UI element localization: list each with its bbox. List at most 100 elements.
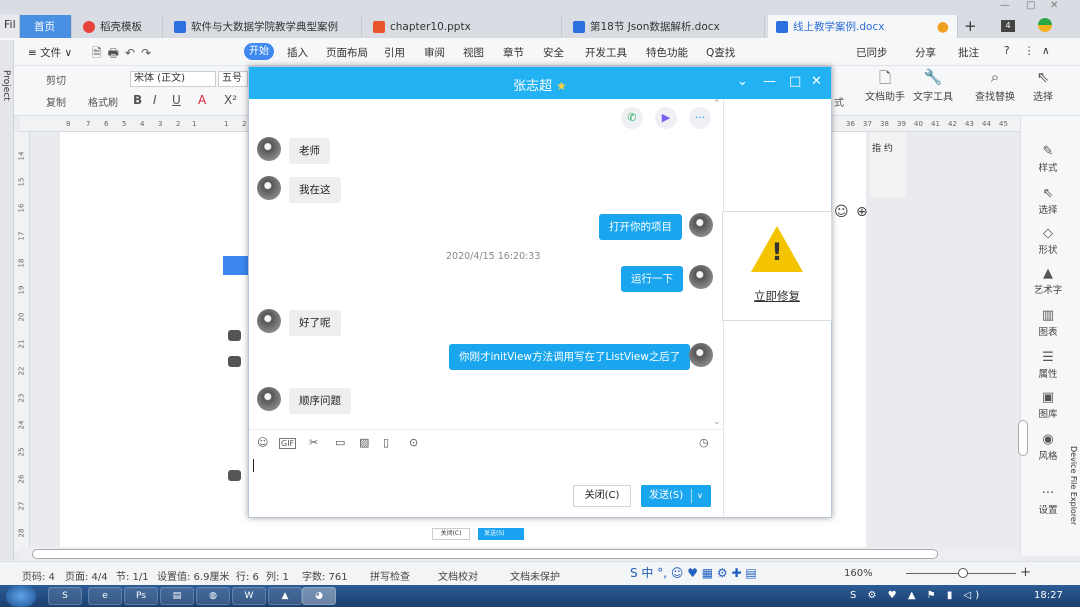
doc-protect[interactable]: 文档未保护 — [510, 568, 560, 583]
select-button[interactable]: ⇖ 选择 — [1018, 68, 1068, 103]
zoom-level[interactable]: 160% — [844, 568, 873, 579]
minimize-icon[interactable]: — — [1000, 0, 1010, 14]
smile-icon[interactable]: ☺ — [834, 204, 849, 220]
taskbar-ie[interactable]: e — [88, 587, 122, 605]
maximize-icon[interactable]: □ — [1026, 0, 1035, 14]
chevron-down-icon[interactable]: ⌄ — [737, 74, 748, 89]
tab-home[interactable]: 首页 — [20, 15, 72, 38]
side-settings[interactable]: ··· 设置 — [1021, 486, 1075, 516]
message-bubble[interactable]: 你刚才initView方法调用写在了ListView之后了 — [449, 344, 691, 370]
minimize-icon[interactable]: — — [763, 74, 776, 89]
scroll-thumb[interactable] — [32, 549, 938, 559]
menu-reference[interactable]: 引用 — [384, 45, 405, 60]
menu-start[interactable]: 开始 — [244, 43, 274, 60]
more-icon[interactable]: ··· — [689, 107, 711, 129]
message-bubble[interactable]: 顺序问题 — [289, 388, 351, 414]
doc-helper-button[interactable]: 🗋 文档助手 — [860, 68, 910, 103]
horizontal-scrollbar[interactable] — [20, 547, 1020, 561]
history-clock-icon[interactable]: ◷ — [699, 436, 709, 449]
taskbar-android-studio[interactable]: ▲ — [268, 587, 302, 605]
side-wordart[interactable]: ▲ 艺术字 — [1021, 266, 1075, 296]
zoom-in-icon[interactable]: + — [1020, 565, 1031, 580]
add-circle-icon[interactable]: ⊕ — [856, 204, 868, 220]
message-area[interactable]: ✆ ▶ ··· ⌃ 老师 我在这 打开你的项目 2020/4/15 16:20:… — [249, 99, 723, 429]
message-bubble[interactable]: 运行一下 — [621, 266, 683, 292]
taskbar-explorer[interactable]: ▤ — [160, 587, 194, 605]
project-tab[interactable]: Project — [1, 70, 11, 101]
message-bubble[interactable]: 老师 — [289, 138, 330, 164]
superscript-icon[interactable]: X² — [224, 93, 237, 107]
doc-proof[interactable]: 文档校对 — [438, 568, 478, 583]
sync-status[interactable]: 已同步 — [856, 45, 888, 60]
menu-features[interactable]: 特色功能 — [646, 45, 688, 60]
copy-button[interactable]: 复制 — [46, 94, 66, 109]
underline-icon[interactable]: U — [172, 93, 181, 107]
fix-now-link[interactable]: 立即修复 — [723, 288, 831, 304]
close-icon[interactable]: ✕ — [811, 74, 822, 89]
message-bubble[interactable]: 好了呢 — [289, 310, 341, 336]
taskbar-app-s[interactable]: S — [48, 587, 82, 605]
send-button[interactable]: 发送(S) ∨ — [641, 485, 711, 507]
side-style[interactable]: ✎ 样式 — [1021, 144, 1075, 174]
italic-icon[interactable]: I — [153, 93, 157, 107]
emoji-icon[interactable]: ☺ — [257, 436, 268, 449]
status-page[interactable]: 页面: 4/4 — [65, 568, 108, 583]
cut-button[interactable]: 剪切 — [46, 72, 66, 87]
scissors-icon[interactable]: ✂ — [309, 436, 318, 449]
chevron-down-icon[interactable]: ∨ — [697, 485, 703, 507]
mini-send-button[interactable]: 发送(S) — [478, 528, 524, 540]
scroll-up-icon[interactable]: ⌃ — [713, 99, 721, 109]
image-icon[interactable]: ▨ — [359, 436, 369, 449]
close-button[interactable]: 关闭(C) — [573, 485, 631, 507]
message-input[interactable]: 关闭(C) 发送(S) ∨ — [249, 455, 723, 517]
menu-insert[interactable]: 插入 — [287, 45, 308, 60]
text-tools-button[interactable]: 🔧 文字工具 — [908, 68, 958, 103]
side-gallery[interactable]: ▣ 图库 — [1021, 390, 1075, 420]
find-replace-button[interactable]: ⌕ 查找替换 — [970, 68, 1020, 103]
window-count-badge[interactable]: 4 — [1001, 20, 1015, 32]
message-bubble[interactable]: 我在这 — [289, 177, 341, 203]
mini-close-button[interactable]: 关闭(C) — [432, 528, 470, 540]
bold-icon[interactable]: B — [133, 93, 142, 107]
zoom-slider-knob[interactable] — [958, 568, 968, 578]
phone-icon[interactable]: ✆ — [621, 107, 643, 129]
menu-devtools[interactable]: 开发工具 — [585, 45, 627, 60]
quick-access-icons[interactable]: 🗎🖶↶↷ — [92, 44, 157, 65]
scroll-down-icon[interactable]: ⌄ — [713, 417, 721, 427]
tab-docer[interactable]: 稻壳模板 — [75, 15, 163, 38]
tab-online-cases[interactable]: 线上教学案例.docx ● — [768, 15, 958, 38]
side-theme[interactable]: ◉ 风格 — [1021, 432, 1075, 462]
font-size-select[interactable]: 五号 — [218, 71, 248, 87]
tab-teaching-cases[interactable]: 软件与大数据学院教学典型案例 — [166, 15, 362, 38]
new-tab-button[interactable]: + — [964, 17, 977, 35]
help-icon[interactable]: ? — [1004, 45, 1010, 57]
shake-icon[interactable]: ▯ — [383, 436, 389, 449]
system-tray[interactable]: S ⚙ ♥ ▲ ⚑ ▮ ◁) — [850, 590, 983, 601]
status-words[interactable]: 字数: 761 — [302, 568, 348, 583]
menu-chapter[interactable]: 章节 — [503, 45, 524, 60]
close-icon[interactable]: ✕ — [1050, 0, 1058, 14]
comment-button[interactable]: 批注 — [958, 45, 979, 60]
taskbar-ps[interactable]: Ps — [124, 587, 158, 605]
taskbar-chrome[interactable]: ◍ — [196, 587, 230, 605]
video-icon[interactable]: ▶ — [655, 107, 677, 129]
maximize-icon[interactable]: □ — [789, 74, 801, 89]
side-shape[interactable]: ◇ 形状 — [1021, 226, 1075, 256]
side-chart[interactable]: ▥ 图表 — [1021, 308, 1075, 338]
ime-toolbar[interactable]: S 中 °, ☺ ♥ ▦ ⚙ ✚ ▤ — [630, 564, 757, 584]
side-properties[interactable]: ☰ 属性 — [1021, 350, 1075, 380]
folder-icon[interactable]: ▭ — [335, 436, 345, 449]
message-bubble[interactable]: 打开你的项目 — [599, 214, 682, 240]
font-color-icon[interactable]: A — [198, 93, 206, 107]
menu-security[interactable]: 安全 — [543, 45, 564, 60]
taskbar-qq[interactable]: ◕ — [302, 587, 336, 605]
tab-json-parsing[interactable]: 第18节 Json数据解析.docx — [565, 15, 765, 38]
start-button[interactable] — [6, 585, 36, 607]
font-select[interactable]: 宋体 (正文) — [130, 71, 216, 87]
skin-icon[interactable] — [1038, 18, 1052, 32]
taskbar-wps[interactable]: W — [232, 587, 266, 605]
side-select[interactable]: ⇖ 选择 — [1021, 186, 1075, 216]
menu-search[interactable]: Q查找 — [706, 45, 735, 60]
menu-review[interactable]: 审阅 — [424, 45, 445, 60]
menu-view[interactable]: 视图 — [463, 45, 484, 60]
